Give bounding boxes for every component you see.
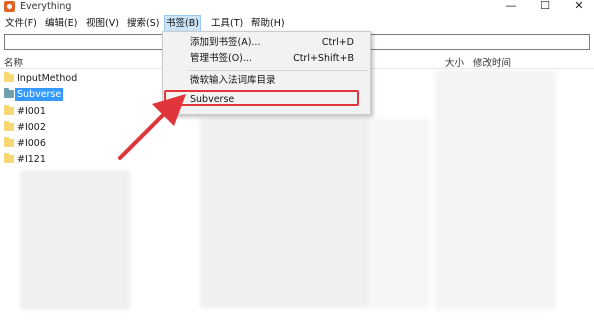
menu-bar: 文件(F) 编辑(E) 视图(V) 搜索(S) 书签(B) 工具(T) 帮助(H…: [0, 15, 594, 32]
menu-add-bookmark[interactable]: 添加到书签(A)... Ctrl+D: [163, 35, 370, 51]
menu-help[interactable]: 帮助(H): [250, 16, 286, 31]
column-size[interactable]: 大小: [445, 55, 464, 69]
menu-bookmarks[interactable]: 书签(B): [164, 15, 201, 32]
file-name: #I006: [17, 138, 46, 149]
file-name: Subverse: [15, 88, 64, 101]
menu-separator: [188, 70, 368, 71]
minimize-button[interactable]: —: [496, 0, 526, 14]
menu-item-label: 微软输入法词库目录: [190, 75, 276, 86]
file-name: #I121: [17, 154, 46, 165]
file-name: InputMethod: [17, 73, 78, 84]
column-name[interactable]: 名称: [4, 55, 23, 69]
title-bar: Everything — ☐ ✕: [0, 0, 594, 14]
menu-item-shortcut: Ctrl+D: [321, 37, 354, 48]
menu-tools[interactable]: 工具(T): [210, 16, 244, 31]
blurred-region: [435, 70, 555, 310]
folder-icon: [4, 88, 14, 98]
file-name: #I001: [17, 106, 46, 117]
folder-icon: [4, 153, 14, 163]
window-title: Everything: [20, 1, 72, 12]
menu-item-label: 添加到书签(A)...: [190, 37, 261, 48]
menu-search[interactable]: 搜索(S): [126, 16, 160, 31]
maximize-button[interactable]: ☐: [530, 0, 560, 14]
column-modified[interactable]: 修改时间: [473, 55, 511, 69]
menu-view[interactable]: 视图(V): [85, 16, 120, 31]
menu-bookmark-ime-dictionary[interactable]: 微软输入法词库目录: [163, 73, 370, 89]
folder-icon: [4, 137, 14, 147]
annotation-highlight-box: [164, 90, 359, 106]
everything-app-icon: [4, 1, 15, 12]
folder-icon: [4, 121, 14, 131]
close-button[interactable]: ✕: [564, 0, 594, 14]
folder-icon: [4, 105, 14, 115]
blurred-region: [20, 170, 130, 310]
menu-manage-bookmarks[interactable]: 管理书签(O)... Ctrl+Shift+B: [163, 51, 370, 67]
menu-file[interactable]: 文件(F): [4, 16, 38, 31]
menu-item-label: 管理书签(O)...: [190, 53, 252, 64]
blurred-region: [200, 118, 370, 308]
blurred-region: [370, 118, 430, 308]
file-name: #I002: [17, 122, 46, 133]
menu-edit[interactable]: 编辑(E): [44, 16, 78, 31]
folder-icon: [4, 72, 14, 82]
menu-item-shortcut: Ctrl+Shift+B: [293, 53, 354, 64]
